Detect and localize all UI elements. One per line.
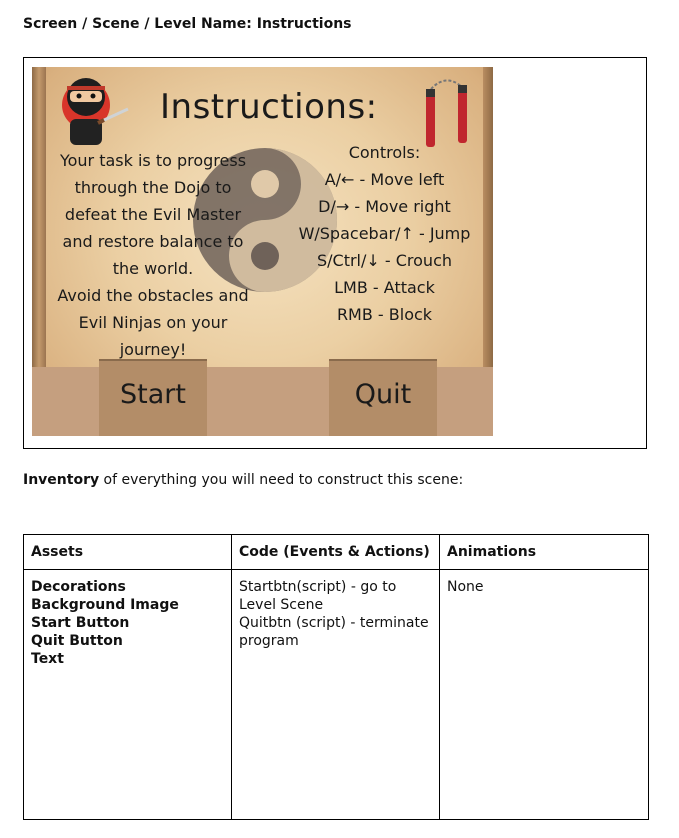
inventory-line: Inventory of everything you will need to…	[23, 472, 463, 488]
page-heading: Screen / Scene / Level Name: Instruction…	[23, 16, 352, 32]
table-row: Decorations Background Image Start Butto…	[23, 569, 649, 820]
task-line: defeat the Evil Master	[64, 205, 242, 224]
code-cell: Startbtn(script) - go to Level Scene Qui…	[231, 569, 440, 820]
code-item: Quitbtn (script) - terminate program	[239, 615, 429, 649]
task-line: Evil Ninjas on your	[78, 313, 228, 332]
table-header-row: Assets Code (Events & Actions) Animation…	[23, 534, 649, 570]
control-line: D/→ - Move right	[318, 197, 451, 216]
inventory-table: Assets Code (Events & Actions) Animation…	[23, 534, 649, 820]
header-code: Code (Events & Actions)	[231, 534, 440, 570]
start-button[interactable]: Start	[99, 359, 207, 436]
control-line: RMB - Block	[336, 305, 433, 324]
assets-cell: Decorations Background Image Start Butto…	[23, 569, 232, 820]
task-line: Avoid the obstacles and	[57, 286, 249, 305]
game-instructions-screenshot: Instructions: Your task is to progress t…	[32, 67, 493, 436]
asset-item: Decorations	[31, 579, 126, 595]
task-line: through the Dojo to	[74, 178, 232, 197]
control-line: W/Spacebar/↑ - Jump	[298, 224, 471, 243]
asset-item: Background Image	[31, 597, 179, 613]
control-line: S/Ctrl/↓ - Crouch	[316, 251, 453, 270]
controls-text: Controls: A/← - Move left D/→ - Move rig…	[287, 139, 482, 328]
code-item: Startbtn(script) - go to Level Scene	[239, 579, 397, 613]
header-animations: Animations	[439, 534, 649, 570]
game-title: Instructions:	[160, 87, 378, 127]
asset-item: Start Button	[31, 615, 130, 631]
scroll-left-edge	[32, 67, 46, 367]
quit-button[interactable]: Quit	[329, 359, 437, 436]
asset-item: Text	[31, 651, 64, 667]
header-assets: Assets	[23, 534, 232, 570]
control-line: A/← - Move left	[324, 170, 445, 189]
controls-title: Controls:	[348, 143, 421, 162]
inventory-bold: Inventory	[23, 472, 100, 488]
task-line: and restore balance to	[62, 232, 244, 251]
task-text: Your task is to progress through the Doj…	[48, 147, 258, 363]
asset-item: Quit Button	[31, 633, 123, 649]
animations-cell: None	[439, 569, 649, 820]
scroll-right-edge	[483, 67, 493, 367]
task-line: Your task is to progress	[59, 151, 247, 170]
control-line: LMB - Attack	[334, 278, 435, 297]
ninja-icon	[62, 78, 129, 145]
inventory-rest: of everything you will need to construct…	[99, 472, 464, 488]
task-line: the world.	[112, 259, 194, 278]
